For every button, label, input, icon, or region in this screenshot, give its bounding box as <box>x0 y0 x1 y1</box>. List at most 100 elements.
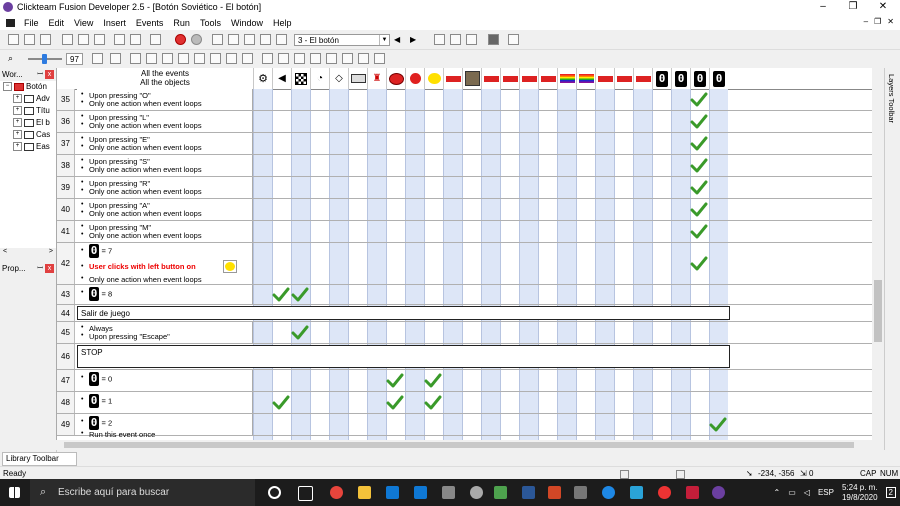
event-conditions[interactable]: • Upon pressing "R" • Only one action when … <box>77 177 253 198</box>
event-editor-icon[interactable] <box>244 34 255 45</box>
event-row[interactable]: 37 • Upon pressing "E" • Only one action whe… <box>57 133 885 155</box>
copy-icon[interactable] <box>78 34 89 45</box>
grid-icon[interactable] <box>110 53 121 64</box>
checkmark-icon[interactable] <box>291 325 309 341</box>
notification-icon[interactable]: 2 <box>885 487 896 498</box>
file-explorer-icon[interactable] <box>358 486 371 499</box>
object-icon-10[interactable] <box>278 53 289 64</box>
editor-hscrollbar[interactable] <box>56 440 884 450</box>
stop-icon[interactable] <box>175 34 186 45</box>
event-conditions[interactable]: • Upon pressing "O" • Only one action when … <box>77 89 253 110</box>
child-minimize-button[interactable]: ‒ <box>864 17 868 26</box>
checkmark-icon[interactable] <box>690 158 708 174</box>
counter-object-icon[interactable]: 0 <box>690 68 709 89</box>
event-conditions[interactable]: • Upon pressing "E" • Only one action when … <box>77 133 253 154</box>
event-row[interactable]: 40 • Upon pressing "A" • Only one action whe… <box>57 199 885 221</box>
object-icon-7[interactable] <box>226 53 237 64</box>
photo-object-icon[interactable] <box>462 68 481 89</box>
object-icon-4[interactable] <box>178 53 189 64</box>
object-icon-9[interactable] <box>262 53 273 64</box>
event-row[interactable]: 43 • 0 = 8 <box>57 285 885 305</box>
event-number[interactable]: 35 <box>57 89 75 110</box>
clickteam-taskbar-icon[interactable] <box>712 486 725 499</box>
event-conditions[interactable]: • 0 = 1 <box>77 392 253 413</box>
group-header[interactable]: Salir de juego <box>77 306 730 320</box>
yellow-circle-object-icon[interactable] <box>424 68 443 89</box>
counter-object-icon[interactable]: 0 <box>671 68 690 89</box>
editor-vscrollbar[interactable] <box>872 68 884 440</box>
align-icon[interactable] <box>92 53 103 64</box>
checkmark-icon[interactable] <box>386 395 404 411</box>
scroll-right-icon[interactable]: > <box>49 248 53 255</box>
event-conditions[interactable]: • 0 = 2 • Run this event once <box>77 414 253 439</box>
joystick-object-icon[interactable]: ♜ <box>367 68 386 89</box>
insert-comment-icon[interactable] <box>450 34 461 45</box>
network-icon[interactable]: ▭ <box>788 488 796 497</box>
cut-icon[interactable] <box>62 34 73 45</box>
event-row[interactable]: 45 • Always • Upon pressing "Escape" <box>57 322 885 344</box>
scroll-left-icon[interactable]: < <box>3 248 7 255</box>
red-bar-object-icon[interactable] <box>443 68 462 89</box>
event-row[interactable]: 42 • 0 = 7 • User clicks with left button on… <box>57 243 885 285</box>
tree-item-root[interactable]: − Botón <box>0 81 56 93</box>
pin-icon[interactable]: ꟷ <box>37 68 43 81</box>
menu-edit[interactable]: Edit <box>44 18 70 28</box>
event-number[interactable]: 49 <box>57 414 75 435</box>
close-button[interactable]: ✕ <box>868 0 898 15</box>
event-list-icon[interactable] <box>260 34 271 45</box>
event-number[interactable]: 43 <box>57 285 75 304</box>
red-circle-object-icon[interactable] <box>405 68 424 89</box>
powerpoint-icon[interactable] <box>548 486 561 499</box>
red-bar-object-icon[interactable] <box>595 68 614 89</box>
prev-frame-icon[interactable]: ◀ <box>394 34 405 45</box>
hscroll-thumb[interactable] <box>64 442 854 448</box>
checkmark-icon[interactable] <box>690 256 708 272</box>
undo-icon[interactable] <box>114 34 125 45</box>
expand-icon[interactable]: + <box>13 106 22 116</box>
checkmark-icon[interactable] <box>690 202 708 218</box>
menu-view[interactable]: View <box>69 18 98 28</box>
event-number[interactable]: 40 <box>57 199 75 220</box>
event-conditions[interactable]: • Upon pressing "S" • Only one action when … <box>77 155 253 176</box>
rainbow-flag-object-icon[interactable] <box>576 68 595 89</box>
event-row[interactable]: 35 • Upon pressing "O" • Only one action whe… <box>57 89 885 111</box>
volume-icon[interactable]: ◁ <box>804 488 810 497</box>
speaker-object-icon[interactable]: ◀ <box>272 68 291 89</box>
menu-insert[interactable]: Insert <box>98 18 131 28</box>
counter-object-icon[interactable]: 0 <box>709 68 728 89</box>
tree-item-frame[interactable]: + Títu <box>0 105 56 117</box>
data-elements-icon[interactable] <box>276 34 287 45</box>
event-editor[interactable]: All the events All the objects ⚙ ◀ ◔ ◇ ♜ 0 0 0 0… <box>56 68 885 440</box>
chrome-icon[interactable] <box>330 486 343 499</box>
disk-object-icon[interactable]: ◔ <box>310 68 329 89</box>
document-icon[interactable] <box>6 18 15 27</box>
record-icon[interactable] <box>658 486 671 499</box>
object-icon-13[interactable] <box>326 53 337 64</box>
rainbow-flag-object-icon[interactable] <box>557 68 576 89</box>
storyboard-icon[interactable] <box>212 34 223 45</box>
tree-item-frame[interactable]: + Eas <box>0 141 56 153</box>
object-icon-2[interactable] <box>146 53 157 64</box>
event-row[interactable]: 44 Salir de juego <box>57 305 885 322</box>
checkmark-icon[interactable] <box>690 136 708 152</box>
event-number[interactable]: 37 <box>57 133 75 154</box>
pin-icon[interactable]: ꟷ <box>37 262 43 275</box>
event-conditions[interactable]: • 0 = 7 • User clicks with left button on • O… <box>77 243 253 284</box>
checkmark-icon[interactable] <box>424 395 442 411</box>
app-icon-5[interactable] <box>686 486 699 499</box>
red-bar-object-icon[interactable] <box>481 68 500 89</box>
checkmark-icon[interactable] <box>386 373 404 389</box>
app-icon-1[interactable] <box>470 486 483 499</box>
event-number[interactable]: 47 <box>57 370 75 391</box>
checkmark-icon[interactable] <box>709 417 727 433</box>
checkmark-icon[interactable] <box>291 287 309 303</box>
checkmark-icon[interactable] <box>272 287 290 303</box>
event-row[interactable]: 46 STOP <box>57 344 885 370</box>
gear-object-icon[interactable]: ⚙ <box>253 68 272 89</box>
open-icon[interactable] <box>24 34 35 45</box>
collapse-icon[interactable]: − <box>3 82 12 92</box>
object-icon-8[interactable] <box>242 53 253 64</box>
maximize-button[interactable]: ❐ <box>838 0 868 15</box>
frame-editor-icon[interactable] <box>228 34 239 45</box>
checker-object-icon[interactable] <box>291 68 310 89</box>
